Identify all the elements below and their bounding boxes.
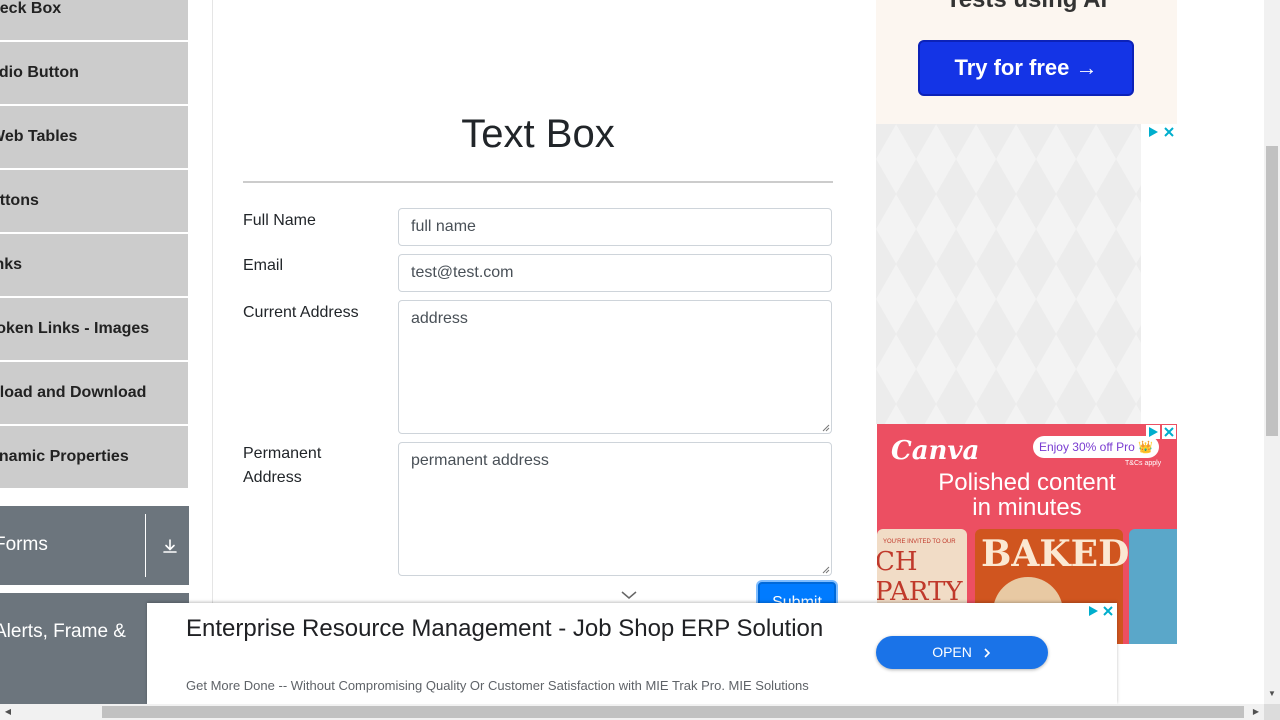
- headline-line: in minutes: [972, 494, 1082, 521]
- current-address-label: Current Address: [243, 304, 359, 321]
- horizontal-scrollbar-thumb[interactable]: [102, 706, 1244, 718]
- chevron-down-icon[interactable]: [620, 590, 638, 600]
- permanent-address-wrapper: [398, 442, 832, 576]
- ad-headline[interactable]: Enterprise Resource Management - Job Sho…: [186, 613, 826, 644]
- sidebar-item-web-tables[interactable]: Web Tables: [0, 106, 188, 169]
- scroll-left-arrow-icon[interactable]: ◀: [0, 704, 16, 720]
- permanent-address-label: Permanent Address: [243, 445, 322, 486]
- sidebar-item-label: roken Links - Images: [0, 320, 150, 337]
- card-small-text: YOU'RE INVITED TO OUR: [883, 539, 956, 545]
- card-title: CH PARTY: [877, 547, 963, 607]
- ad-description: Get More Done -- Without Compromising Qu…: [186, 678, 809, 693]
- promo-pill: Enjoy 30% off Pro 👑: [1033, 436, 1159, 458]
- group-label: Forms: [0, 534, 48, 555]
- open-button[interactable]: OPEN: [876, 636, 1048, 669]
- scroll-down-arrow-icon[interactable]: ▼: [1264, 686, 1280, 702]
- page-title: Text Box: [461, 112, 615, 156]
- sidebar-item-radio-button[interactable]: adio Button: [0, 42, 188, 105]
- ad-headline: Polished content in minutes: [877, 470, 1177, 520]
- sidebar-item-dynamic-properties[interactable]: ynamic Properties: [0, 426, 188, 489]
- try-for-free-button[interactable]: Try for free →: [918, 40, 1134, 96]
- canva-logo: Canva: [891, 436, 980, 466]
- download-icon[interactable]: [161, 537, 179, 555]
- resize-handle-icon[interactable]: [822, 424, 830, 432]
- sidebar-item-label: inks: [0, 256, 23, 273]
- template-card: [1129, 529, 1177, 644]
- email-input[interactable]: [398, 254, 832, 292]
- ad-tagline: Tests using AI: [876, 0, 1177, 14]
- email-label: Email: [243, 257, 284, 274]
- full-name-input[interactable]: [398, 208, 832, 246]
- group-separator: [145, 514, 146, 577]
- close-icon[interactable]: [1162, 425, 1176, 439]
- sidebar-item-label: adio Button: [0, 64, 79, 81]
- card-title: BAKED: [981, 533, 1130, 575]
- scrollbar-corner: [1264, 704, 1280, 720]
- vertical-scrollbar-thumb[interactable]: [1266, 146, 1278, 436]
- scroll-right-arrow-icon[interactable]: ▶: [1248, 704, 1264, 720]
- sidebar-item-broken-links[interactable]: roken Links - Images: [0, 298, 188, 361]
- sidebar-item-buttons[interactable]: uttons: [0, 170, 188, 233]
- adchoices-icon[interactable]: [1146, 425, 1160, 439]
- ad-banner-top[interactable]: Tests using AI Try for free →: [876, 0, 1177, 124]
- open-label: OPEN: [932, 644, 972, 660]
- close-icon[interactable]: [1101, 604, 1115, 618]
- main-divider: [212, 0, 213, 704]
- permanent-address-textarea[interactable]: [398, 442, 832, 576]
- sidebar-item-label: uttons: [0, 192, 39, 209]
- viewport: heck Box adio Button Web Tables uttons i…: [0, 0, 1264, 704]
- sidebar-item-label: ynamic Properties: [0, 448, 129, 465]
- sidebar: heck Box adio Button Web Tables uttons i…: [0, 0, 189, 704]
- chevron-right-icon: [984, 648, 990, 658]
- ad-pattern-image[interactable]: [876, 124, 1141, 424]
- headline-line: Polished content: [938, 469, 1116, 496]
- resize-handle-icon[interactable]: [822, 566, 830, 574]
- sidebar-item-links[interactable]: inks: [0, 234, 188, 297]
- full-name-label: Full Name: [243, 212, 316, 229]
- sidebar-group-forms[interactable]: Forms: [0, 506, 189, 585]
- title-divider: [243, 181, 833, 183]
- sidebar-item-check-box[interactable]: heck Box: [0, 0, 188, 41]
- sidebar-item-label: Web Tables: [0, 128, 78, 145]
- close-icon[interactable]: [1162, 125, 1176, 139]
- group-label: Alerts, Frame &: [0, 621, 126, 642]
- adchoices-icon[interactable]: [1086, 604, 1100, 618]
- adchoices-icon[interactable]: [1146, 125, 1160, 139]
- sidebar-item-upload-download[interactable]: pload and Download: [0, 362, 188, 425]
- terms-text: T&Cs apply: [1125, 460, 1162, 467]
- ad-banner-bottom[interactable]: Enterprise Resource Management - Job Sho…: [147, 603, 1117, 704]
- sidebar-item-label: pload and Download: [0, 384, 147, 401]
- sidebar-item-label: heck Box: [0, 0, 62, 17]
- current-address-textarea[interactable]: [398, 300, 832, 434]
- current-address-wrapper: [398, 300, 832, 434]
